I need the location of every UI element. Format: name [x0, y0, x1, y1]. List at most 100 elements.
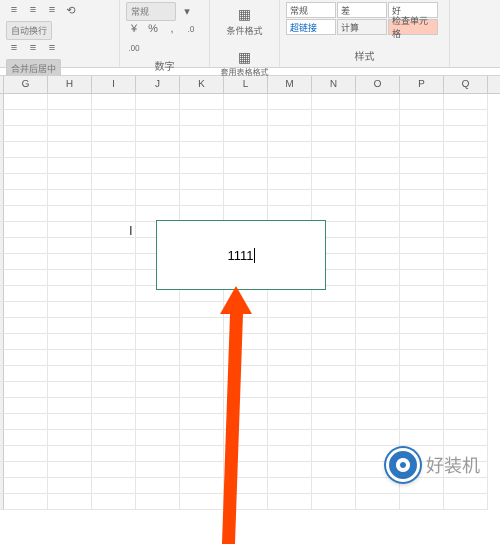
cell[interactable] [268, 190, 312, 206]
align-top-icon[interactable]: ≡ [6, 2, 22, 18]
cell[interactable] [92, 414, 136, 430]
cell[interactable] [312, 158, 356, 174]
wrap-text-button[interactable]: 自动换行 [6, 21, 52, 40]
cell[interactable] [92, 206, 136, 222]
cell[interactable] [268, 446, 312, 462]
cell[interactable] [92, 478, 136, 494]
cell[interactable] [400, 126, 444, 142]
conditional-format-button[interactable]: ▦ 条件格式 [222, 2, 266, 39]
cell[interactable] [444, 398, 488, 414]
cell[interactable] [312, 382, 356, 398]
cell[interactable] [400, 366, 444, 382]
cell[interactable] [180, 414, 224, 430]
cell[interactable] [136, 398, 180, 414]
cell[interactable] [356, 190, 400, 206]
cell[interactable] [136, 94, 180, 110]
style-cell-normal[interactable]: 常规 [286, 2, 336, 18]
cell[interactable] [356, 494, 400, 510]
cell[interactable] [400, 334, 444, 350]
cell[interactable] [224, 94, 268, 110]
cell[interactable] [444, 158, 488, 174]
cell[interactable] [48, 334, 92, 350]
cell[interactable] [400, 398, 444, 414]
cell[interactable] [48, 238, 92, 254]
cell[interactable] [180, 334, 224, 350]
comma-icon[interactable]: , [164, 21, 180, 37]
cell[interactable] [268, 110, 312, 126]
cell[interactable] [400, 190, 444, 206]
cell[interactable] [268, 126, 312, 142]
cell[interactable] [4, 398, 48, 414]
cell[interactable] [136, 190, 180, 206]
cell[interactable] [180, 366, 224, 382]
col-header[interactable]: J [136, 76, 180, 93]
cell[interactable] [48, 350, 92, 366]
cell[interactable] [356, 174, 400, 190]
cell[interactable] [180, 174, 224, 190]
cell[interactable] [4, 254, 48, 270]
col-header[interactable]: K [180, 76, 224, 93]
cell[interactable] [180, 350, 224, 366]
cell[interactable] [92, 286, 136, 302]
cell[interactable] [48, 126, 92, 142]
cell[interactable] [444, 94, 488, 110]
cell[interactable] [180, 126, 224, 142]
cell[interactable] [356, 334, 400, 350]
cell[interactable] [444, 190, 488, 206]
cell[interactable] [312, 446, 356, 462]
cell[interactable] [444, 270, 488, 286]
cell[interactable] [48, 478, 92, 494]
align-left-icon[interactable]: ≡ [6, 40, 22, 56]
cell[interactable] [400, 222, 444, 238]
cell[interactable] [444, 430, 488, 446]
cell[interactable] [312, 430, 356, 446]
align-bot-icon[interactable]: ≡ [44, 2, 60, 18]
cell[interactable] [48, 318, 92, 334]
cell[interactable] [92, 382, 136, 398]
cell[interactable] [48, 446, 92, 462]
cell[interactable] [48, 398, 92, 414]
cell[interactable] [356, 302, 400, 318]
cell[interactable] [92, 126, 136, 142]
cell[interactable] [48, 494, 92, 510]
cell[interactable] [312, 94, 356, 110]
cell[interactable] [136, 334, 180, 350]
cell[interactable] [400, 318, 444, 334]
cell[interactable] [444, 302, 488, 318]
cell[interactable] [444, 382, 488, 398]
cell[interactable] [48, 382, 92, 398]
cell[interactable] [4, 430, 48, 446]
cell[interactable] [356, 430, 400, 446]
cell[interactable] [400, 174, 444, 190]
align-mid-icon[interactable]: ≡ [25, 2, 41, 18]
cell[interactable] [136, 494, 180, 510]
cell[interactable] [224, 110, 268, 126]
cell[interactable] [356, 270, 400, 286]
text-box-content[interactable]: 1111 [227, 248, 254, 263]
cell[interactable] [180, 430, 224, 446]
cell[interactable] [92, 158, 136, 174]
cell[interactable] [268, 350, 312, 366]
cell[interactable] [400, 414, 444, 430]
cell[interactable] [136, 110, 180, 126]
cell[interactable] [136, 366, 180, 382]
cell[interactable] [48, 190, 92, 206]
cell[interactable] [4, 270, 48, 286]
cell[interactable] [224, 158, 268, 174]
cell[interactable] [312, 414, 356, 430]
cell[interactable] [356, 158, 400, 174]
cell[interactable] [268, 174, 312, 190]
cell[interactable] [444, 494, 488, 510]
cell[interactable] [48, 222, 92, 238]
cell[interactable] [92, 238, 136, 254]
cell[interactable] [92, 350, 136, 366]
cell[interactable] [136, 462, 180, 478]
cell[interactable] [312, 334, 356, 350]
cell[interactable] [4, 190, 48, 206]
decimal-increase-icon[interactable]: .0 [183, 21, 199, 37]
cell[interactable] [4, 142, 48, 158]
cell[interactable] [4, 350, 48, 366]
cell[interactable] [312, 110, 356, 126]
cell[interactable] [312, 142, 356, 158]
cell[interactable] [400, 302, 444, 318]
